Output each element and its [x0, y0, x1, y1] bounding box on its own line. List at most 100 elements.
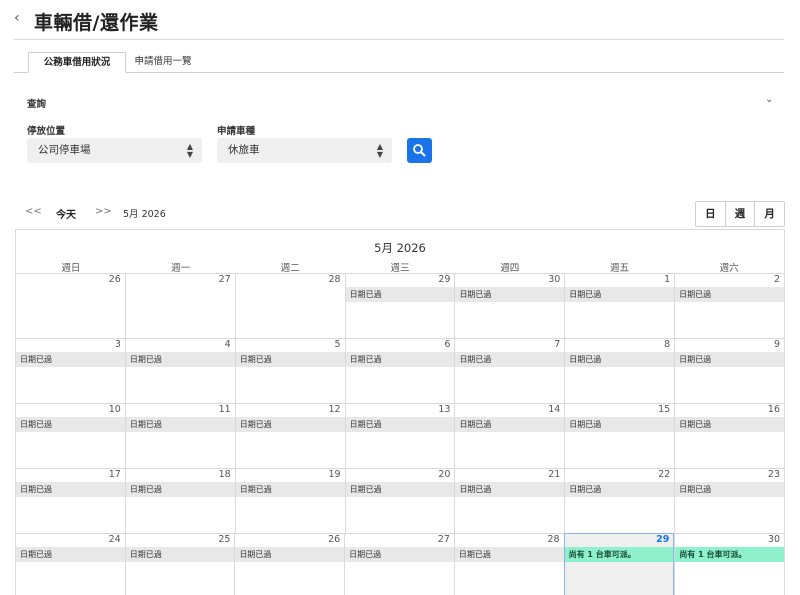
calendar-day-cell[interactable]: 27 日期已過 [344, 533, 454, 595]
calendar-day-cell[interactable]: 3 日期已過 [16, 338, 125, 403]
calendar-grid: 26 27 28 29 日期已過 30 日期已過 1 日期已過 2 日期已過 3 日期已過 4 日期已過 5 日… [16, 273, 784, 595]
date-passed-event: 日期已過 [345, 547, 454, 562]
calendar-week-row: 17 日期已過 18 日期已過 19 日期已過 20 日期已過 21 日期已過 22 日期已過 23 日期… [16, 468, 784, 533]
date-passed-event: 日期已過 [125, 547, 235, 562]
today-button[interactable]: 今天 [56, 206, 76, 221]
calendar-day-cell[interactable]: 15 日期已過 [564, 403, 675, 468]
day-number: 8 [664, 339, 671, 350]
calendar-day-cell[interactable]: 24 日期已過 [16, 533, 125, 595]
date-passed-event: 日期已過 [345, 417, 455, 432]
vehicle-type-label: 申請車種 [217, 126, 256, 137]
day-number: 18 [218, 469, 231, 480]
day-number: 2 [773, 274, 781, 285]
day-number: 6 [444, 339, 451, 350]
day-number: 29 [656, 534, 670, 545]
date-passed-event: 日期已過 [345, 482, 455, 497]
calendar-day-cell[interactable]: 10 日期已過 [16, 403, 125, 468]
calendar-day-cell[interactable]: 28 [234, 273, 345, 338]
calendar-day-cell[interactable]: 14 日期已過 [454, 403, 565, 468]
date-passed-event: 日期已過 [235, 352, 345, 367]
day-number: 30 [548, 274, 561, 285]
day-number: 27 [218, 274, 231, 285]
calendar-day-cell[interactable]: 18 日期已過 [124, 468, 235, 533]
weekday-label: 週一 [171, 263, 191, 274]
day-number: 7 [554, 339, 561, 350]
search-button[interactable] [407, 138, 432, 163]
calendar-title: 5月 2026 [374, 241, 426, 255]
calendar-day-cell[interactable]: 21 日期已過 [454, 468, 565, 533]
day-number: 25 [218, 534, 231, 545]
month-calendar: 5月 2026 週日 週一 週二 週三 週四 週五 週六 26 27 28 29 日期已… [15, 229, 785, 595]
tab-application-list[interactable]: 申請借用一覽 [126, 52, 200, 73]
calendar-day-cell[interactable]: 26 [16, 273, 125, 338]
calendar-day-cell[interactable]: 4 日期已過 [124, 338, 235, 403]
calendar-day-cell[interactable]: 22 日期已過 [564, 468, 675, 533]
date-passed-event: 日期已過 [675, 287, 784, 302]
date-passed-event: 日期已過 [125, 482, 235, 497]
location-select[interactable]: 公司停車場 ▲ ▼ [27, 138, 202, 163]
location-select-value: 公司停車場 [38, 144, 91, 156]
tab-vehicle-status[interactable]: 公務車借用狀況 [28, 52, 126, 73]
calendar-day-cell[interactable]: 2 日期已過 [674, 273, 784, 338]
date-passed-event: 日期已過 [345, 352, 455, 367]
date-passed-event: 日期已過 [16, 482, 125, 497]
weekday-label: 週二 [280, 263, 300, 274]
calendar-day-cell[interactable]: 26 日期已過 [234, 533, 345, 595]
calendar-day-cell[interactable]: 20 日期已過 [344, 468, 455, 533]
availability-event[interactable]: 尚有 1 台車可派。 [564, 547, 674, 562]
availability-event[interactable]: 尚有 1 台車可派。 [675, 547, 784, 562]
date-passed-event: 日期已過 [345, 287, 455, 302]
calendar-day-cell[interactable]: 11 日期已過 [124, 403, 235, 468]
vehicle-type-select[interactable]: 休旅車 ▲ ▼ [217, 138, 392, 163]
week-view-button[interactable]: 週 [724, 202, 755, 226]
page-title: 車輛借/還作業 [34, 12, 159, 34]
calendar-day-cell[interactable]: 19 日期已過 [234, 468, 345, 533]
calendar-day-cell[interactable]: 7 日期已過 [454, 338, 565, 403]
calendar-day-cell[interactable]: 29 尚有 1 台車可派。 [563, 533, 675, 595]
chevron-down-icon[interactable]: ⌄ [765, 94, 773, 105]
day-number: 17 [108, 469, 121, 480]
calendar-day-cell[interactable]: 30 日期已過 [454, 273, 565, 338]
calendar-day-cell[interactable]: 8 日期已過 [564, 338, 675, 403]
day-number: 21 [548, 469, 561, 480]
calendar-week-row: 3 日期已過 4 日期已過 5 日期已過 6 日期已過 7 日期已過 8 日期已過 9 日期已過 [16, 338, 784, 403]
calendar-day-cell[interactable]: 30 尚有 1 台車可派。 [674, 533, 784, 595]
day-view-button[interactable]: 日 [696, 202, 725, 226]
date-passed-event: 日期已過 [675, 417, 784, 432]
day-number: 5 [334, 339, 341, 350]
calendar-day-cell[interactable]: 23 日期已過 [674, 468, 784, 533]
calendar-day-cell[interactable]: 27 [124, 273, 235, 338]
weekday-header: 週日 週一 週二 週三 週四 週五 週六 [16, 260, 784, 274]
calendar-day-cell[interactable]: 17 日期已過 [16, 468, 125, 533]
calendar-week-row: 24 日期已過 25 日期已過 26 日期已過 27 日期已過 28 日期已過 29 尚有 1 台車可… [16, 533, 784, 595]
day-number: 12 [328, 404, 341, 415]
view-switcher: 日 週 月 [695, 201, 785, 227]
page-header: ‹ 車輛借/還作業 [14, 8, 784, 40]
calendar-day-cell[interactable]: 28 日期已過 [453, 533, 564, 595]
day-number: 11 [218, 404, 231, 415]
date-passed-event: 日期已過 [16, 352, 125, 367]
date-passed-event: 日期已過 [16, 547, 125, 562]
calendar-day-cell[interactable]: 16 日期已過 [674, 403, 784, 468]
calendar-day-cell[interactable]: 9 日期已過 [674, 338, 784, 403]
date-passed-event: 日期已過 [565, 482, 675, 497]
month-view-button[interactable]: 月 [754, 202, 784, 226]
next-month-button[interactable]: >> [95, 206, 112, 217]
date-passed-event: 日期已過 [675, 352, 784, 367]
calendar-day-cell[interactable]: 6 日期已過 [344, 338, 455, 403]
date-passed-event: 日期已過 [455, 287, 565, 302]
calendar-day-cell[interactable]: 25 日期已過 [124, 533, 235, 595]
prev-month-button[interactable]: << [25, 206, 42, 217]
calendar-day-cell[interactable]: 1 日期已過 [564, 273, 675, 338]
calendar-day-cell[interactable]: 5 日期已過 [234, 338, 345, 403]
date-passed-event: 日期已過 [235, 482, 345, 497]
date-passed-event: 日期已過 [235, 547, 345, 562]
weekday-label: 週日 [61, 263, 81, 274]
weekday-label: 週四 [500, 263, 520, 274]
day-number: 28 [328, 274, 341, 285]
calendar-day-cell[interactable]: 29 日期已過 [344, 273, 455, 338]
back-icon[interactable]: ‹ [14, 10, 20, 26]
calendar-day-cell[interactable]: 13 日期已過 [344, 403, 455, 468]
calendar-day-cell[interactable]: 12 日期已過 [234, 403, 345, 468]
date-passed-event: 日期已過 [125, 417, 235, 432]
